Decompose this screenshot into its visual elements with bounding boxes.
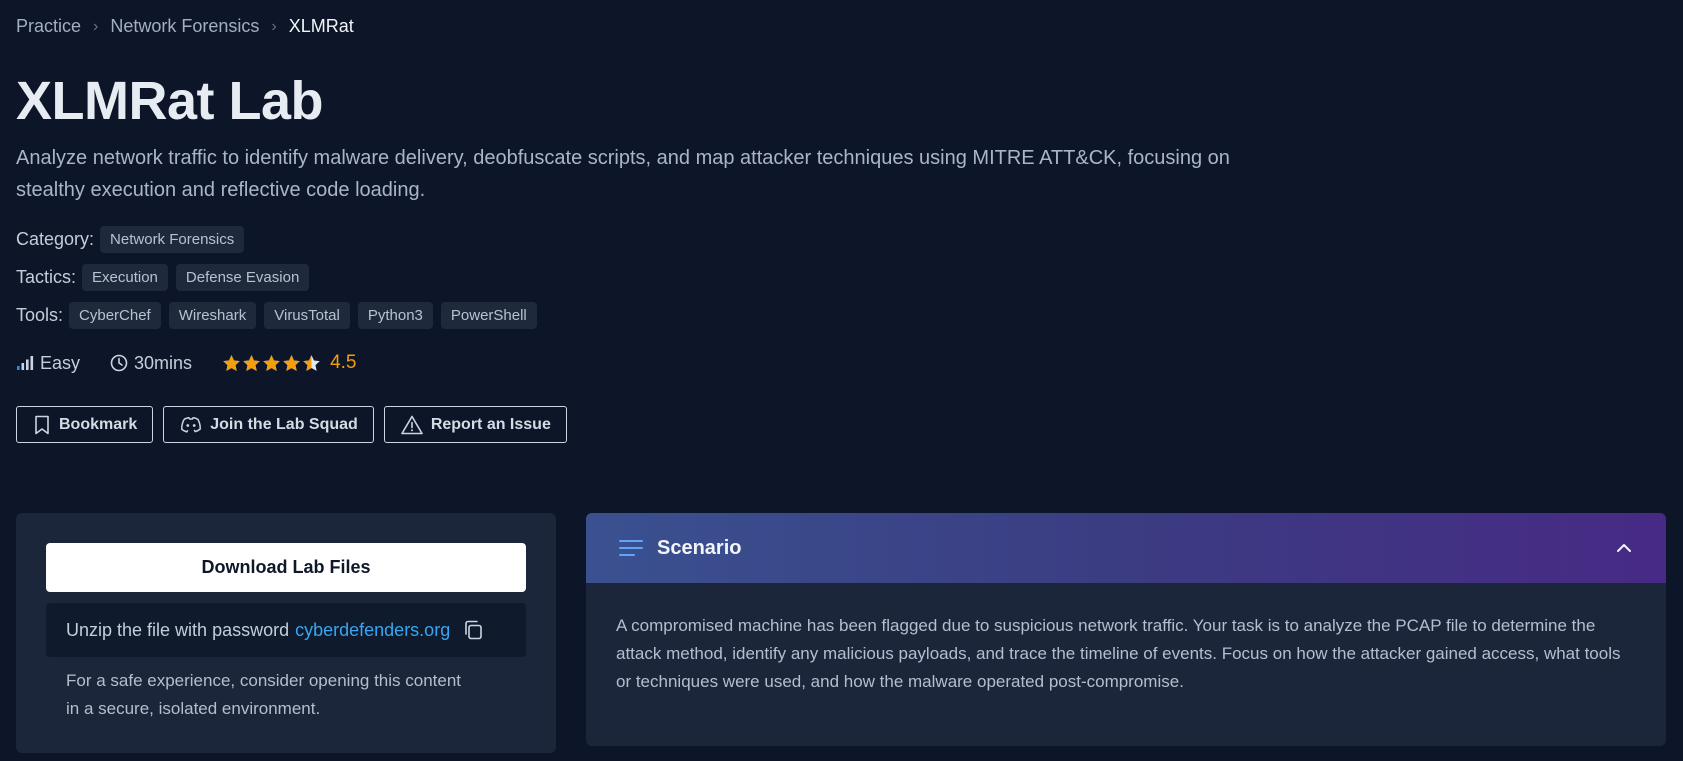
tool-tag[interactable]: CyberChef (69, 302, 161, 329)
category-label: Category: (16, 229, 95, 249)
category-row: Category: Network Forensics (16, 226, 252, 253)
tools-row: Tools: CyberChef Wireshark VirusTotal Py… (16, 302, 545, 329)
star-rating (222, 354, 322, 373)
tactics-label: Tactics: (16, 267, 77, 287)
scenario-card: Scenario A compromised machine has been … (586, 513, 1666, 746)
breadcrumb-separator-icon: › (271, 17, 277, 35)
tactic-tag[interactable]: Defense Evasion (175, 264, 310, 291)
bookmark-label: Bookmark (59, 415, 138, 433)
rating-value: 4.5 (330, 352, 357, 373)
copy-icon (465, 620, 483, 640)
star-icon (223, 354, 240, 371)
tool-tag[interactable]: Python3 (357, 302, 433, 329)
scenario-header[interactable]: Scenario (586, 513, 1666, 583)
lab-files-card: Download Lab Files Unzip the file with p… (16, 513, 556, 753)
chevron-up-icon (1617, 544, 1631, 552)
collapse-scenario-button[interactable] (1616, 543, 1632, 553)
join-lab-squad-label: Join the Lab Squad (210, 415, 358, 433)
star-icon (243, 354, 260, 371)
tool-tag[interactable]: PowerShell (440, 302, 537, 329)
rating-stat: 4.5 (222, 352, 356, 374)
copy-password-button[interactable] (462, 619, 484, 641)
star-icon (283, 354, 300, 371)
scenario-text: A compromised machine has been flagged d… (616, 616, 1621, 691)
lab-stats: Easy 30mins 4.5 (16, 352, 386, 374)
tools-label: Tools: (16, 305, 64, 325)
download-lab-files-button[interactable]: Download Lab Files (46, 543, 526, 592)
zip-password[interactable]: cyberdefenders.org (295, 620, 450, 641)
action-bar: Bookmark Join the Lab Squad Report an Is… (16, 406, 577, 443)
discord-icon (181, 416, 202, 433)
tactic-tag[interactable]: Execution (82, 264, 168, 291)
bookmark-button[interactable]: Bookmark (16, 406, 154, 443)
breadcrumb-practice[interactable]: Practice (16, 16, 81, 37)
category-tag[interactable]: Network Forensics (100, 226, 245, 253)
breadcrumb-separator-icon: › (93, 17, 99, 35)
warning-triangle-icon (401, 415, 423, 434)
safety-note: For a safe experience, consider opening … (66, 671, 462, 718)
difficulty-value: Easy (40, 352, 81, 373)
bookmark-icon (35, 415, 49, 434)
scenario-title: Scenario (657, 536, 742, 559)
star-icon (303, 354, 320, 371)
page-description: Analyze network traffic to identify malw… (16, 147, 1230, 201)
duration-value: 30mins (134, 352, 193, 373)
join-lab-squad-button[interactable]: Join the Lab Squad (163, 406, 374, 443)
tool-tag[interactable]: Wireshark (168, 302, 257, 329)
menu-lines-icon (619, 540, 643, 556)
password-prefix: Unzip the file with password (66, 619, 290, 640)
password-box: Unzip the file with password cyberdefend… (46, 603, 526, 657)
difficulty-stat: Easy (16, 353, 80, 374)
clock-icon (110, 354, 128, 372)
page-title: XLMRat Lab (16, 71, 324, 131)
signal-bars-icon (17, 356, 34, 370)
tactics-row: Tactics: Execution Defense Evasion (16, 264, 317, 291)
duration-stat: 30mins (110, 353, 192, 374)
breadcrumb: Practice › Network Forensics › XLMRat (16, 16, 354, 37)
breadcrumb-network-forensics[interactable]: Network Forensics (110, 16, 259, 37)
breadcrumb-current: XLMRat (288, 16, 354, 36)
report-issue-label: Report an Issue (430, 415, 551, 433)
report-issue-button[interactable]: Report an Issue (383, 406, 567, 443)
star-icon (263, 354, 280, 371)
tool-tag[interactable]: VirusTotal (264, 302, 350, 329)
